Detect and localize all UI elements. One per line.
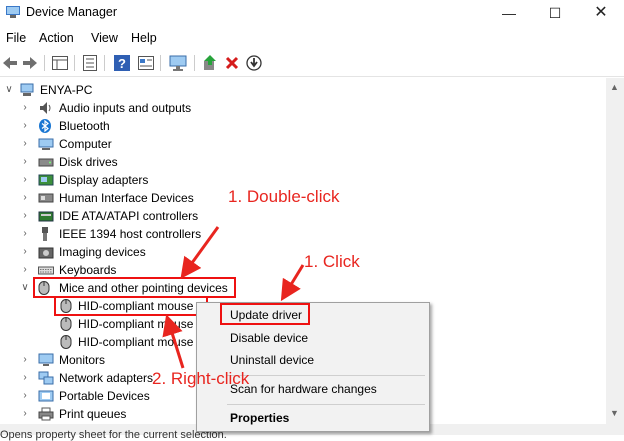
vertical-scrollbar[interactable]: ▲ ▼	[606, 78, 624, 424]
mouse-icon	[60, 335, 74, 349]
chevron-right-icon[interactable]: ›	[20, 405, 30, 423]
chevron-right-icon[interactable]: ›	[20, 189, 30, 207]
annotation-click: 1. Click	[304, 252, 360, 271]
minimize-icon[interactable]: —	[486, 0, 532, 26]
highlight-mice-category	[33, 277, 236, 298]
chevron-right-icon[interactable]: ›	[20, 207, 30, 225]
svg-text:?: ?	[118, 56, 126, 71]
ieee1394-icon	[38, 227, 52, 241]
disk-icon	[38, 155, 54, 169]
maximize-icon[interactable]: ☐	[532, 0, 578, 26]
portable-device-icon	[38, 389, 54, 403]
ide-controller-icon	[38, 209, 54, 223]
update-driver-icon[interactable]	[200, 53, 220, 73]
tree-item-disk-drives[interactable]: › Disk drives	[0, 153, 300, 171]
annotation-right-click: 2. Right-click	[152, 369, 250, 388]
computer-icon	[20, 83, 34, 97]
tree-item-hid-mouse[interactable]: HID-compliant mouse	[56, 315, 206, 333]
menu-help[interactable]: Help	[131, 31, 157, 45]
list-icon[interactable]	[80, 53, 100, 73]
help-icon[interactable]: ?	[112, 53, 132, 73]
mouse-icon	[60, 317, 74, 331]
tree-item-bluetooth[interactable]: › Bluetooth	[0, 117, 300, 135]
tree-root[interactable]: ∨ ENYA-PC	[0, 81, 300, 99]
chevron-right-icon[interactable]: ›	[20, 225, 30, 243]
menu-view[interactable]: View	[91, 31, 118, 45]
toolbar: ?	[0, 50, 624, 77]
chevron-right-icon[interactable]: ›	[20, 369, 30, 387]
chevron-right-icon[interactable]: ›	[20, 171, 30, 189]
chevron-right-icon[interactable]: ›	[20, 387, 30, 405]
tree-item-hid-mouse[interactable]: HID-compliant mouse	[56, 333, 206, 351]
menu-disable-device[interactable]: Disable device	[230, 331, 308, 345]
download-icon[interactable]	[244, 53, 264, 73]
monitor-icon[interactable]	[168, 53, 188, 73]
device-manager-icon	[6, 6, 20, 18]
title-bar: Device Manager — ☐ ✕	[0, 0, 624, 26]
printer-icon	[38, 407, 54, 421]
network-icon	[38, 371, 54, 385]
tree-item-computer[interactable]: › Computer	[0, 135, 300, 153]
uninstall-x-icon[interactable]	[222, 53, 242, 73]
menu-separator	[227, 404, 425, 405]
speaker-icon	[38, 101, 52, 115]
tree-item-imaging[interactable]: › Imaging devices	[0, 243, 300, 261]
computer-icon	[38, 137, 54, 151]
menu-file[interactable]: File	[6, 31, 26, 45]
back-arrow-icon[interactable]	[0, 53, 20, 73]
bluetooth-icon	[38, 119, 52, 133]
tree-item-ide[interactable]: › IDE ATA/ATAPI controllers	[0, 207, 300, 225]
menu-separator	[227, 375, 425, 376]
menu-scan-hardware[interactable]: Scan for hardware changes	[230, 382, 377, 396]
menu-properties[interactable]: Properties	[230, 411, 289, 425]
highlight-hid-mouse	[54, 296, 208, 316]
menu-uninstall-device[interactable]: Uninstall device	[230, 353, 314, 367]
menu-action[interactable]: Action	[39, 31, 74, 45]
tree-item-audio[interactable]: › Audio inputs and outputs	[0, 99, 300, 117]
highlight-update-driver	[220, 303, 310, 325]
details-icon[interactable]	[136, 53, 156, 73]
chevron-right-icon[interactable]: ›	[20, 243, 30, 261]
forward-arrow-icon[interactable]	[20, 53, 40, 73]
window-title: Device Manager	[26, 5, 118, 19]
chevron-right-icon[interactable]: ›	[20, 261, 30, 279]
chevron-right-icon[interactable]: ›	[20, 135, 30, 153]
hid-icon	[38, 191, 54, 205]
annotation-double-click: 1. Double-click	[228, 187, 340, 206]
tree-item-ieee1394[interactable]: › IEEE 1394 host controllers	[0, 225, 300, 243]
status-bar: Opens property sheet for the current sel…	[0, 429, 227, 441]
chevron-right-icon[interactable]: ›	[20, 99, 30, 117]
chevron-down-icon[interactable]: ∨	[4, 81, 14, 99]
display-adapter-icon	[38, 173, 54, 187]
scroll-up-icon[interactable]: ▲	[610, 82, 619, 92]
camera-icon	[38, 245, 54, 259]
properties-grid-icon[interactable]	[50, 53, 70, 73]
chevron-down-icon[interactable]: ∨	[20, 279, 30, 297]
chevron-right-icon[interactable]: ›	[20, 351, 30, 369]
menu-bar: File Action View Help	[0, 28, 624, 48]
chevron-right-icon[interactable]: ›	[20, 153, 30, 171]
monitor-icon	[38, 353, 54, 367]
scroll-down-icon[interactable]: ▼	[610, 408, 619, 418]
chevron-right-icon[interactable]: ›	[20, 117, 30, 135]
keyboard-icon	[38, 263, 54, 277]
close-icon[interactable]: ✕	[578, 0, 624, 26]
root-label: ENYA-PC	[40, 83, 93, 97]
